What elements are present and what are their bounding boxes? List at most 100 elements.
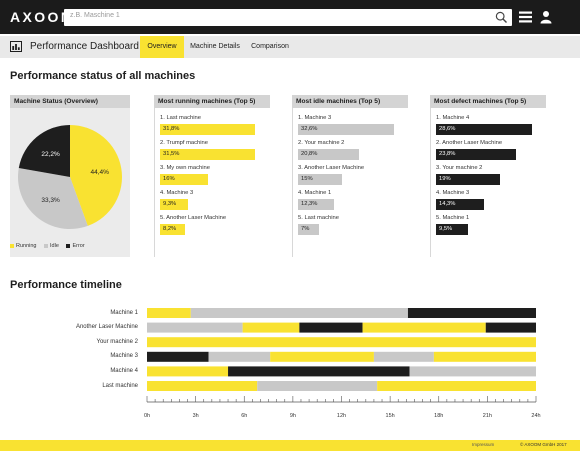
legend-error-swatch	[66, 244, 71, 248]
top-list-item-label[interactable]: 2. Another Laser Machine	[436, 140, 502, 146]
top-list-item-bar: 16%	[160, 174, 208, 185]
pie-legend: Running Idle Error	[10, 243, 91, 249]
tab-overview[interactable]: Overview	[140, 36, 184, 58]
timeline-tick-label: 6h	[241, 413, 248, 419]
timeline-segment-running[interactable]	[433, 351, 536, 362]
legend-running-swatch	[10, 244, 14, 248]
top-list-item-bar: 32,6%	[298, 124, 394, 135]
overview-panel-title: Machine Status (Overview)	[10, 95, 130, 108]
timeline-row-label[interactable]: Machine 3	[40, 353, 138, 359]
top-list-item-label[interactable]: 1. Machine 4	[436, 115, 469, 121]
timeline-segment-error[interactable]	[228, 366, 410, 377]
timeline-tick-label: 24h	[531, 413, 541, 419]
top-list-item-bar: 12,3%	[298, 199, 335, 210]
top-running-panel: Most running machines (Top 5) 1. Last ma…	[154, 95, 270, 257]
top-list-item-label[interactable]: 2. Your machine 2	[298, 140, 344, 146]
top-list-item-bar: 7%	[298, 224, 319, 235]
timeline-row-label[interactable]: Machine 1	[40, 310, 138, 316]
timeline-tick-label: 0h	[143, 413, 151, 419]
timeline-segment-error[interactable]	[485, 322, 536, 333]
timeline-segment-error[interactable]	[407, 308, 536, 318]
timeline-row-label[interactable]: Another Laser Machine	[40, 324, 138, 330]
timeline-segment-idle[interactable]	[409, 366, 536, 377]
top-list-item-label[interactable]: 5. Another Laser Machine	[160, 215, 226, 221]
machine-status-overview-panel: Machine Status (Overview) 44,4% 33,3% 22,2…	[10, 95, 130, 257]
tab-comparison[interactable]: Comparison	[246, 36, 294, 58]
panel-divider	[154, 108, 155, 257]
timeline-segment-running[interactable]	[270, 351, 374, 362]
timeline-segment-running[interactable]	[242, 322, 300, 333]
dashboard-icon	[10, 41, 22, 52]
timeline-row-label[interactable]: Last machine	[40, 383, 138, 389]
top-list-item-label[interactable]: 5. Last machine	[298, 215, 339, 221]
user-icon[interactable]	[540, 10, 552, 24]
legend-idle-swatch	[44, 244, 49, 248]
search-input[interactable]: z.B. Maschine 1	[70, 12, 120, 19]
top-list-item-bar: 31,8%	[160, 124, 256, 135]
timeline-tick-label: 18h	[434, 413, 444, 419]
timeline-segment-idle[interactable]	[190, 308, 408, 318]
legend-running-label: Running	[16, 243, 37, 249]
status-section-heading: Performance status of all machines	[10, 70, 196, 82]
legend-error-label: Error	[72, 243, 85, 249]
timeline-tick-label: 3h	[192, 413, 199, 419]
timeline-segment-running[interactable]	[362, 322, 486, 333]
tab-machine-details[interactable]: Machine Details	[186, 36, 244, 58]
top-list-item-bar: 8,2%	[160, 224, 185, 235]
footer-impressum-link[interactable]: Impressum	[472, 442, 494, 447]
timeline-tick-label: 15h	[385, 413, 395, 419]
top-list-item-label[interactable]: 4. Machine 3	[160, 190, 193, 196]
timeline-segment-idle[interactable]	[373, 351, 434, 362]
top-list-item-label[interactable]: 5. Machine 1	[436, 215, 469, 221]
search-icon[interactable]	[495, 11, 508, 24]
top-list-item-bar: 20,8%	[298, 149, 360, 160]
top-list-item-label[interactable]: 2. Trumpf machine	[160, 140, 208, 146]
top-list-item-label[interactable]: 4. Machine 1	[298, 190, 331, 196]
panel-divider	[292, 108, 293, 257]
top-list-item-label[interactable]: 3. Another Laser Machine	[298, 165, 364, 171]
top-defect-title: Most defect machines (Top 5)	[430, 95, 546, 108]
top-list-item-bar: 31,5%	[160, 149, 255, 160]
top-list-item-bar: 19%	[436, 174, 500, 185]
pie-value-label: 44,4%	[90, 169, 109, 176]
timeline-segment-running[interactable]	[147, 308, 191, 318]
timeline-segment-idle[interactable]	[147, 322, 243, 333]
panel-divider	[430, 108, 431, 257]
dashboard-tab-bar: Performance Dashboard Overview Machine D…	[0, 36, 580, 58]
top-list-item-label[interactable]: 3. Your machine 2	[436, 165, 482, 171]
top-idle-title: Most idle machines (Top 5)	[292, 95, 408, 108]
timeline-row-label[interactable]: Machine 4	[40, 368, 138, 374]
top-list-item-bar: 15%	[298, 174, 343, 185]
top-list-item-bar: 9,5%	[436, 224, 468, 235]
timeline-tick-label: 12h	[336, 413, 347, 419]
top-list-item-bar: 9,3%	[160, 199, 188, 210]
timeline-section-heading: Performance timeline	[10, 279, 122, 291]
timeline-tick-label: 9h	[289, 413, 296, 419]
timeline-row-label[interactable]: Your machine 2	[40, 339, 138, 345]
timeline-segment-running[interactable]	[147, 366, 229, 377]
top-list-item-bar: 28,6%	[436, 124, 532, 135]
footer-copyright: © AXOOM GmbH 2017	[520, 442, 567, 447]
timeline-segment-running[interactable]	[147, 381, 258, 391]
status-pie-chart: 44,4% 33,3% 22,2%	[17, 125, 123, 229]
legend-idle-label: Idle	[50, 243, 59, 249]
pie-value-label: 22,2%	[41, 151, 60, 158]
search-field[interactable]: z.B. Maschine 1	[64, 9, 512, 26]
top-idle-panel: Most idle machines (Top 5) 1. Machine 3 3…	[292, 95, 408, 257]
top-defect-panel: Most defect machines (Top 5) 1. Machine …	[430, 95, 546, 257]
top-list-item-label[interactable]: 1. Machine 3	[298, 115, 331, 121]
menu-icon[interactable]	[519, 11, 532, 23]
top-list-item-label[interactable]: 3. My own machine	[160, 165, 210, 171]
timeline-segment-idle[interactable]	[257, 381, 378, 391]
top-list-item-label[interactable]: 4. Machine 3	[436, 190, 469, 196]
page-title: Performance Dashboard	[30, 41, 139, 52]
top-list-item-label[interactable]: 1. Last machine	[160, 115, 201, 121]
top-list-item-bar: 14,3%	[436, 199, 484, 210]
top-list-item-bar: 23,8%	[436, 149, 516, 160]
timeline-segment-running[interactable]	[377, 381, 536, 391]
timeline-segment-error[interactable]	[147, 351, 209, 362]
footer-bar: Impressum © AXOOM GmbH 2017	[0, 440, 580, 451]
timeline-segment-running[interactable]	[147, 337, 536, 348]
timeline-segment-idle[interactable]	[208, 351, 271, 362]
timeline-segment-error[interactable]	[299, 322, 363, 333]
